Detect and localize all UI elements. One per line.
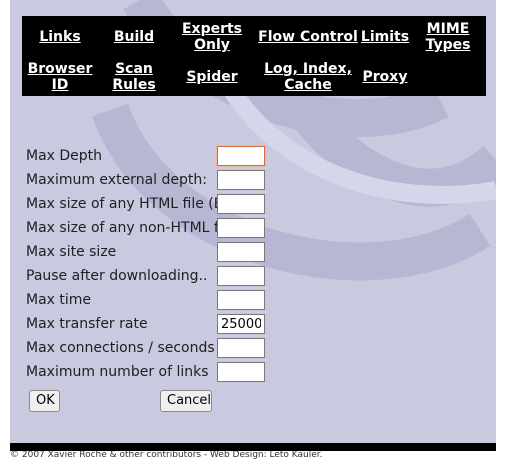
nav-link-log-line1: Log, Index, — [264, 61, 352, 77]
field-label: Maximum number of links — [26, 364, 209, 380]
nav-link-proxy[interactable]: Proxy — [360, 69, 410, 85]
field-label: Max site size — [26, 244, 117, 260]
nav-link-mime-types-line1: MIME — [426, 21, 470, 37]
field-label: Pause after downloading.. — [26, 268, 208, 284]
footer-bar — [10, 443, 496, 451]
field-row: Max size of any non-HTML file — [26, 218, 276, 240]
field-row: Max transfer rate — [26, 314, 276, 336]
nav-link-flow-control[interactable]: Flow Control — [258, 29, 358, 45]
max-transfer-rate-input[interactable] — [217, 314, 265, 334]
max-site-size-input[interactable] — [217, 242, 265, 262]
field-label: Maximum external depth: — [26, 172, 207, 188]
nav-link-log-line2: Cache — [284, 77, 332, 93]
max-html-size-input[interactable] — [217, 194, 265, 214]
nav-link-limits[interactable]: Limits — [360, 29, 410, 45]
max-time-input[interactable] — [217, 290, 265, 310]
field-label: Max Depth — [26, 148, 103, 164]
field-label: Max size of any non-HTML file — [26, 220, 236, 236]
top-nav-bar: Links Build Experts Only Flow Control Li… — [22, 16, 486, 96]
nav-link-scan-rules[interactable]: Scan Rules — [106, 61, 162, 93]
max-external-depth-input[interactable] — [217, 170, 265, 190]
nav-link-experts-only-line2: Only — [194, 37, 230, 53]
nav-link-browser-id[interactable]: Browser ID — [26, 61, 94, 93]
field-row: Pause after downloading.. — [26, 266, 276, 288]
nav-link-browser-id-line1: Browser — [27, 61, 93, 77]
nav-link-experts-only[interactable]: Experts Only — [172, 21, 252, 53]
field-row: Maximum external depth: — [26, 170, 276, 192]
field-label: Max transfer rate — [26, 316, 148, 332]
field-label: Max time — [26, 292, 92, 308]
field-label: Max size of any HTML file (B) — [26, 196, 229, 212]
max-links-input[interactable] — [217, 362, 265, 382]
nav-link-build[interactable]: Build — [104, 29, 164, 45]
nav-link-scan-rules-line2: Rules — [112, 77, 156, 93]
field-label: Max connections / seconds — [26, 340, 215, 356]
field-row: Max Depth — [26, 146, 276, 168]
ok-button[interactable]: OK — [29, 390, 60, 412]
max-nonhtml-size-input[interactable] — [217, 218, 265, 238]
nav-link-experts-only-line1: Experts — [181, 21, 243, 37]
nav-link-mime-types[interactable]: MIME Types — [420, 21, 476, 53]
cancel-button[interactable]: Cancel — [160, 390, 212, 412]
field-row: Max size of any HTML file (B) — [26, 194, 276, 216]
nav-link-links[interactable]: Links — [30, 29, 90, 45]
field-row: Max site size — [26, 242, 276, 264]
pause-after-downloading-input[interactable] — [217, 266, 265, 286]
nav-link-scan-rules-line1: Scan — [115, 61, 153, 77]
max-connections-input[interactable] — [217, 338, 265, 358]
footer-credits: © 2007 Xavier Roche & other contributors… — [10, 451, 496, 460]
nav-link-browser-id-line2: ID — [51, 77, 69, 93]
field-row: Maximum number of links — [26, 362, 276, 384]
page-frame: Links Build Experts Only Flow Control Li… — [10, 0, 496, 460]
nav-link-spider[interactable]: Spider — [182, 69, 242, 85]
nav-link-log-index-cache[interactable]: Log, Index, Cache — [258, 61, 358, 93]
nav-link-mime-types-line2: Types — [425, 37, 471, 53]
field-row: Max connections / seconds — [26, 338, 276, 360]
max-depth-input[interactable] — [217, 146, 265, 166]
field-row: Max time — [26, 290, 276, 312]
